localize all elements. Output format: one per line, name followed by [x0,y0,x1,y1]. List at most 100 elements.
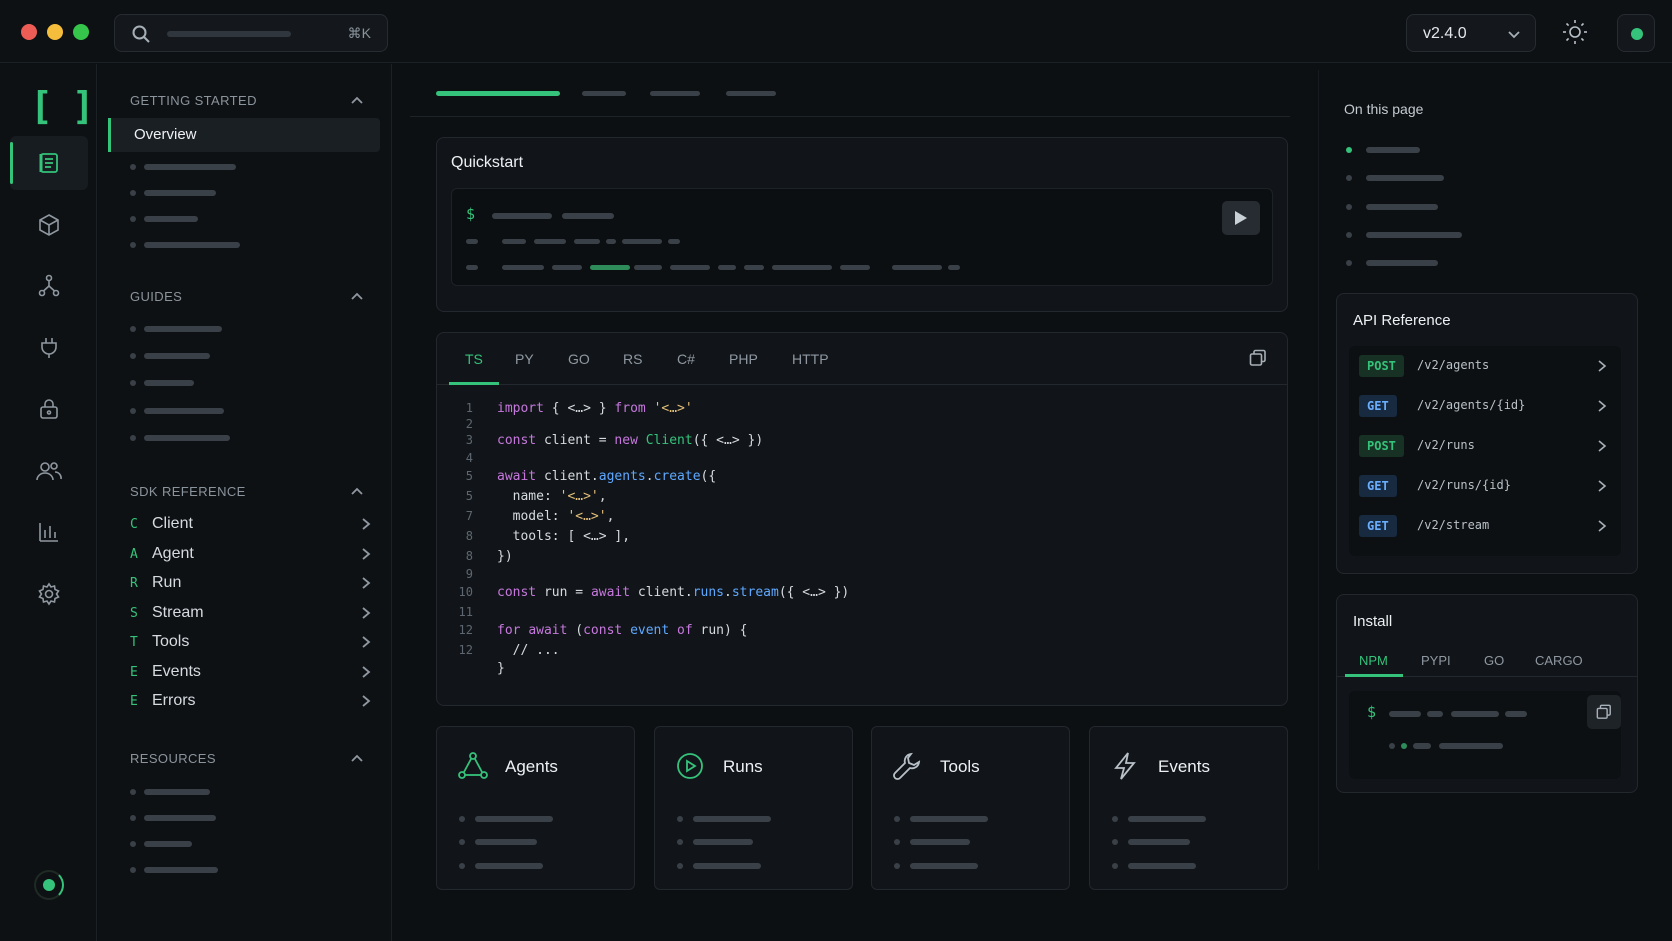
sidebar-item[interactable] [130,326,222,332]
sidebar-item[interactable] [130,380,194,386]
card-link[interactable] [1112,807,1206,831]
maximize-window-button[interactable] [73,24,89,40]
status-dot [1631,28,1643,40]
tab-php[interactable]: PHP [729,351,758,367]
toc-item[interactable] [1346,249,1462,277]
chevron-up-icon[interactable] [350,484,364,498]
search-input[interactable]: ⌘K [114,14,388,52]
code-token: for [497,623,521,638]
toc-item[interactable] [1346,164,1462,192]
chevron-up-icon[interactable] [350,93,364,107]
sdk-letter: T [130,634,138,650]
sidebar-item-events[interactable]: E Events [130,660,372,684]
output-text [622,239,662,244]
sidebar-item[interactable] [130,435,230,441]
sidebar-item-tools[interactable]: T Tools [130,630,372,654]
copy-icon[interactable] [1249,349,1267,367]
endpoint-row[interactable]: POST/v2/agents [1349,346,1621,386]
code-token: '<…>' [567,509,607,524]
tab-ts[interactable]: TS [465,351,483,367]
terminal-block: $ [451,188,1273,286]
sidebar-item[interactable] [130,242,240,248]
copy-install-button[interactable] [1587,695,1621,729]
bullet [677,815,683,822]
endpoint-row[interactable]: GET/v2/agents/{id} [1349,386,1621,426]
sidebar-item-agent[interactable]: A Agent [130,542,372,566]
tab-go[interactable]: GO [568,351,590,367]
tab-csharp[interactable]: C# [677,351,695,367]
tab-npm[interactable]: NPM [1359,653,1388,668]
endpoint-row[interactable]: POST/v2/runs [1349,426,1621,466]
chevron-up-icon[interactable] [350,289,364,303]
card-link[interactable] [894,807,988,831]
card-link[interactable] [1112,854,1206,878]
sidebar-item[interactable] [130,190,216,196]
sidebar-item[interactable] [130,841,192,847]
sidebar-item[interactable] [130,164,236,170]
code-text: const client = new Client({ <…> }) [497,433,763,448]
rail-item-analytics[interactable] [10,505,88,559]
status-indicator[interactable] [1617,14,1655,52]
card-link[interactable] [677,854,771,878]
card-runs[interactable]: Runs [654,726,853,890]
rail-item-docs[interactable] [10,136,88,190]
endpoint-path: /v2/agents [1417,358,1490,372]
card-link[interactable] [459,807,553,831]
sidebar-item-stream[interactable]: S Stream [130,601,372,625]
card-link[interactable] [894,831,988,855]
page-tab[interactable] [650,91,700,96]
rail-item-graph[interactable] [10,259,88,313]
card-link[interactable] [677,807,771,831]
card-link[interactable] [1112,831,1206,855]
rail-item-security[interactable] [10,382,88,436]
tab-go[interactable]: GO [1484,653,1504,668]
tab-pypi[interactable]: PYPI [1421,653,1451,668]
sidebar-item[interactable] [130,353,210,359]
sidebar-item-overview[interactable]: Overview [108,118,380,152]
tab-rs[interactable]: RS [623,351,642,367]
chevron-up-icon[interactable] [350,751,364,765]
version-select[interactable]: v2.4.0 [1406,14,1536,52]
sidebar-item[interactable] [130,789,210,795]
tab-cargo[interactable]: CARGO [1535,653,1583,668]
endpoint-row[interactable]: GET/v2/runs/{id} [1349,466,1621,506]
toc-item-active[interactable] [1346,136,1462,164]
toc-item[interactable] [1346,193,1462,221]
card-link[interactable] [459,831,553,855]
sidebar-item[interactable] [130,408,224,414]
tab-py[interactable]: PY [515,351,534,367]
run-command-button[interactable] [1222,201,1260,235]
card-link[interactable] [677,831,771,855]
card-agents[interactable]: Agents [436,726,635,890]
close-window-button[interactable] [21,24,37,40]
active-tab-indicator [449,382,499,385]
docs-sidebar: GETTING STARTED Overview GUIDES SDK REFE… [98,64,392,941]
chevron-right-icon [1598,440,1607,452]
card-link[interactable] [894,854,988,878]
rail-item-integrations[interactable] [10,321,88,375]
sidebar-item[interactable] [130,216,198,222]
chevron-down-icon [1508,31,1520,39]
rail-item-packages[interactable] [10,198,88,252]
card-tools[interactable]: Tools [871,726,1070,890]
rail-item-team[interactable] [10,444,88,498]
code-token: . [645,469,654,484]
minimize-window-button[interactable] [47,24,63,40]
sun-icon[interactable] [1562,19,1588,45]
page-tab[interactable] [582,91,626,96]
endpoint-row[interactable]: GET/v2/stream [1349,506,1621,546]
card-link[interactable] [459,854,553,878]
card-events[interactable]: Events [1089,726,1288,890]
sidebar-item[interactable] [130,815,216,821]
page-tab[interactable] [726,91,776,96]
line-number: 1 [465,401,473,415]
sidebar-item-run[interactable]: R Run [130,571,372,595]
rail-item-settings[interactable] [10,567,88,621]
sidebar-item-client[interactable]: C Client [130,512,372,536]
page-tab-active[interactable] [436,91,560,96]
toc-item[interactable] [1346,221,1462,249]
sidebar-item[interactable] [130,867,218,873]
chevron-right-icon [362,518,371,530]
sidebar-item-errors[interactable]: E Errors [130,689,372,713]
tab-http[interactable]: HTTP [792,351,829,367]
